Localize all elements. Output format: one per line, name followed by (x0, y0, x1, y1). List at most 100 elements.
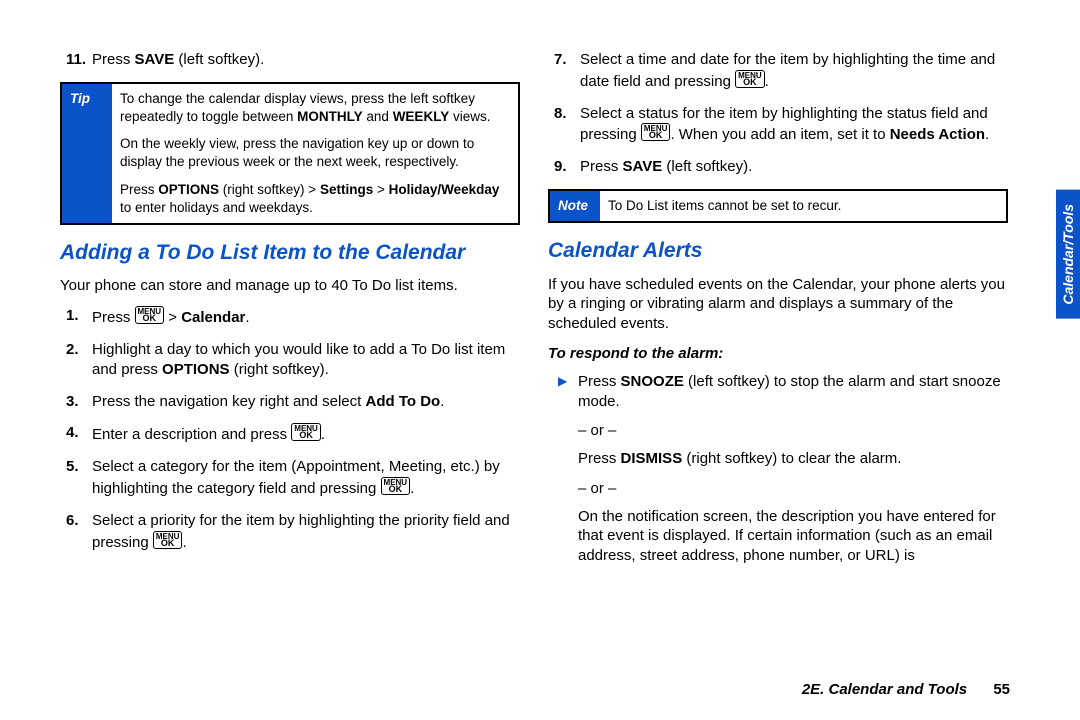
step-number: 3. (66, 392, 92, 412)
menu-ok-icon: MENUOK (153, 531, 183, 549)
bold-text: Add To Do (366, 393, 441, 410)
bold-text: Settings (320, 182, 373, 197)
section-intro: Your phone can store and manage up to 40… (60, 276, 520, 296)
step-11: 11. Press SAVE (left softkey). (66, 50, 520, 70)
step-number: 7. (554, 50, 580, 92)
step-text: Select a status for the item by highligh… (580, 104, 1008, 146)
step-list-continued: 11. Press SAVE (left softkey). (60, 50, 520, 70)
section-heading-calendar-alerts: Calendar Alerts (548, 237, 1008, 265)
text: (left softkey). (174, 51, 264, 68)
step-text: Highlight a day to which you would like … (92, 340, 520, 380)
text: . (245, 309, 249, 326)
tip-body: To change the calendar display views, pr… (112, 84, 518, 223)
sub-heading-respond: To respond to the alarm: (548, 344, 1008, 364)
bold-text: Needs Action (890, 126, 985, 143)
text: . (321, 426, 325, 443)
menu-ok-icon: MENUOK (735, 70, 765, 88)
bold-text: Holiday/Weekday (389, 182, 500, 197)
right-column: 7. Select a time and date for the item b… (548, 50, 1008, 586)
step-number: 2. (66, 340, 92, 380)
bullet-list: ▶ Press SNOOZE (left softkey) to stop th… (548, 372, 1008, 576)
bold-text: SNOOZE (621, 373, 684, 390)
menu-ok-icon: MENUOK (291, 423, 321, 441)
text: . (440, 393, 444, 410)
step-text: Press MENUOK > Calendar. (92, 306, 520, 328)
bold-text: Calendar (181, 309, 245, 326)
text: Select a time and date for the item by h… (580, 51, 995, 90)
text: . (410, 480, 414, 497)
step-list-right: 7. Select a time and date for the item b… (548, 50, 1008, 177)
text: (left softkey). (662, 158, 752, 175)
icon-bot: OK (743, 77, 757, 87)
text: (right softkey). (230, 361, 329, 378)
tip-box: Tip To change the calendar display views… (60, 82, 520, 225)
menu-ok-icon: MENUOK (135, 306, 165, 324)
text: Press (578, 450, 621, 467)
icon-bot: OK (161, 538, 175, 548)
note-label: Note (550, 191, 600, 221)
step-number: 4. (66, 423, 92, 445)
or-separator: – or – (578, 479, 1008, 499)
step-1: 1. Press MENUOK > Calendar. (66, 306, 520, 328)
step-text: Select a priority for the item by highli… (92, 511, 520, 553)
section-intro: If you have scheduled events on the Cale… (548, 275, 1008, 334)
text: > (373, 182, 388, 197)
bullet-text: Press SNOOZE (left softkey) to stop the … (578, 372, 1008, 576)
page-footer: 2E. Calendar and Tools 55 (802, 681, 1010, 698)
text: Enter a description and press (92, 426, 291, 443)
step-text: Select a time and date for the item by h… (580, 50, 1008, 92)
bold-text: SAVE (135, 51, 175, 68)
text: . When you add an item, set it to (670, 126, 889, 143)
step-text: Press SAVE (left softkey). (92, 50, 520, 70)
step-text: Enter a description and press MENUOK. (92, 423, 520, 445)
text: Press (120, 182, 158, 197)
bullet-para: On the notification screen, the descript… (578, 507, 1008, 566)
bold-text: WEEKLY (393, 109, 450, 124)
side-tab-calendar-tools: Calendar/Tools (1056, 190, 1080, 319)
bold-text: OPTIONS (162, 361, 230, 378)
icon-bot: OK (389, 484, 403, 494)
text: Select a category for the item (Appointm… (92, 458, 500, 497)
text: . (985, 126, 989, 143)
step-2: 2. Highlight a day to which you would li… (66, 340, 520, 380)
text: and (363, 109, 393, 124)
tip-paragraph: To change the calendar display views, pr… (120, 90, 510, 126)
step-number: 11. (66, 50, 92, 70)
text: (right softkey) > (219, 182, 320, 197)
bold-text: SAVE (623, 158, 663, 175)
text: . (182, 534, 186, 551)
bullet-item: ▶ Press SNOOZE (left softkey) to stop th… (558, 372, 1008, 576)
footer-page-number: 55 (993, 681, 1010, 698)
or-separator: – or – (578, 421, 1008, 441)
bold-text: DISMISS (621, 450, 683, 467)
step-number: 9. (554, 157, 580, 177)
bold-text: MONTHLY (297, 109, 363, 124)
bold-text: OPTIONS (158, 182, 219, 197)
note-box: Note To Do List items cannot be set to r… (548, 189, 1008, 223)
step-6: 6. Select a priority for the item by hig… (66, 511, 520, 553)
step-5: 5. Select a category for the item (Appoi… (66, 457, 520, 499)
bullet-icon: ▶ (558, 372, 578, 576)
text: Press (92, 51, 135, 68)
footer-section-title: 2E. Calendar and Tools (802, 681, 967, 698)
icon-bot: OK (649, 130, 663, 140)
icon-bot: OK (299, 430, 313, 440)
step-number: 1. (66, 306, 92, 328)
text: Press (92, 309, 135, 326)
step-number: 6. (66, 511, 92, 553)
text: . (765, 73, 769, 90)
text: Press (578, 373, 621, 390)
step-text: Press the navigation key right and selec… (92, 392, 520, 412)
note-body: To Do List items cannot be set to recur. (600, 191, 1006, 221)
page-body: 11. Press SAVE (left softkey). Tip To ch… (0, 0, 1080, 616)
icon-bot: OK (143, 313, 157, 323)
step-9: 9. Press SAVE (left softkey). (554, 157, 1008, 177)
menu-ok-icon: MENUOK (641, 123, 671, 141)
text: Press (580, 158, 623, 175)
step-number: 8. (554, 104, 580, 146)
text: views. (449, 109, 490, 124)
text: Press the navigation key right and selec… (92, 393, 366, 410)
section-heading-adding-todo: Adding a To Do List Item to the Calendar (60, 239, 520, 267)
step-4: 4. Enter a description and press MENUOK. (66, 423, 520, 445)
step-8: 8. Select a status for the item by highl… (554, 104, 1008, 146)
